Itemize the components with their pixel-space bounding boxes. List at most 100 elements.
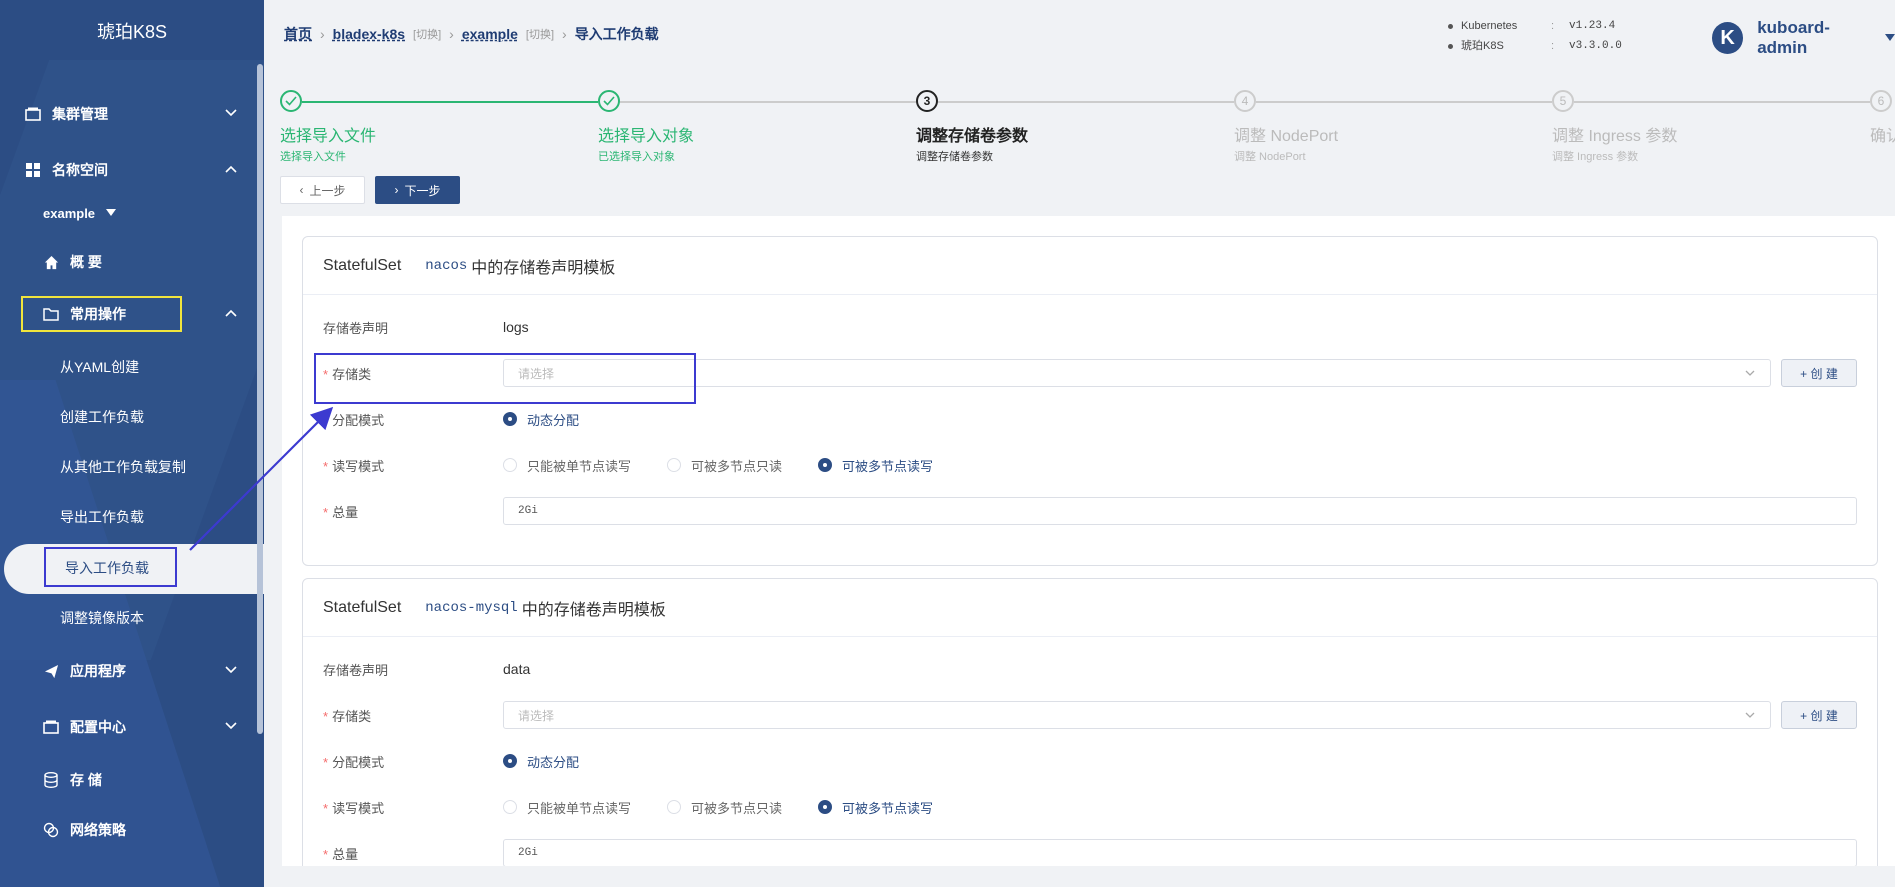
breadcrumb: 首页 › bladex-k8s [切换] › example [切换] › 导入…	[284, 24, 659, 44]
total-input[interactable]: 2Gi	[503, 839, 1857, 866]
pvc-row: 存储卷声明 logs	[323, 311, 1873, 343]
chevron-up-icon	[224, 162, 238, 179]
radio-rox[interactable]: 可被多节点只读	[667, 798, 782, 817]
breadcrumb-home[interactable]: 首页	[284, 24, 312, 44]
sidebar-subitem-adjust-image[interactable]: 调整镜像版本	[60, 608, 144, 628]
radio-rwx[interactable]: 可被多节点读写	[818, 456, 933, 475]
pvc-template-card: StatefulSet nacos-mysql 中的存储卷声明模板 存储卷声明 …	[302, 578, 1878, 866]
breadcrumb-namespace[interactable]: example	[462, 26, 518, 42]
step-title: 调整 NodePort	[1234, 128, 1339, 145]
step-title: 选择导入文件	[280, 128, 377, 145]
next-step-button[interactable]: › 下一步	[375, 176, 460, 204]
sidebar-item-overview[interactable]: 概 要	[0, 242, 264, 282]
card-title-suffix: 中的存储卷声明模板	[471, 259, 616, 277]
caret-down-icon	[105, 206, 117, 221]
workload-name: nacos-mysql	[425, 599, 518, 616]
sidebar-item-cluster[interactable]: 集群管理	[0, 94, 264, 134]
step-desc: 调整 Ingress 参数	[1552, 151, 1639, 163]
bullet-icon	[1448, 43, 1453, 49]
sidebar: 琥珀K8S 集群管理 名称空间 example 概 要 常用操作 从YAML创建…	[0, 0, 264, 887]
version-row: Kubernetes: v1.23.4	[1448, 16, 1622, 36]
field-label: 读写模式	[332, 458, 385, 474]
pvc-row: 存储卷声明 data	[323, 653, 1873, 685]
step-connector	[302, 101, 598, 103]
storage-class-select[interactable]: 请选择	[503, 701, 1771, 729]
user-name[interactable]: kuboard-admin	[1757, 18, 1877, 58]
sidebar-item-label: 存 储	[70, 772, 102, 788]
field-label: 总量	[332, 504, 359, 520]
radio-dynamic[interactable]: 动态分配	[503, 410, 579, 429]
chevron-down-icon	[224, 663, 238, 680]
total-input[interactable]: 2Gi	[503, 497, 1857, 525]
switch-cluster-link[interactable]: [切换]	[413, 26, 441, 42]
version-name: 琥珀K8S	[1461, 40, 1504, 52]
network-icon	[42, 821, 60, 839]
sidebar-item-label: 网络策略	[70, 822, 126, 838]
sidebar-item-network-policy[interactable]: 网络策略	[0, 810, 264, 850]
sidebar-subitem-create-workload[interactable]: 创建工作负载	[60, 407, 144, 427]
chevron-right-icon: ›	[394, 183, 399, 197]
step-number: 6	[1870, 90, 1892, 112]
bullet-icon	[1448, 23, 1453, 29]
radio-rwo[interactable]: 只能被单节点读写	[503, 456, 631, 475]
step-desc: 选择导入文件	[280, 151, 346, 163]
breadcrumb-current: 导入工作负载	[574, 26, 659, 42]
step-connector	[620, 101, 916, 103]
version-info: Kubernetes: v1.23.4 琥珀K8S: v3.3.0.0	[1448, 16, 1622, 56]
rw-mode-row: * 读写模式 只能被单节点读写 可被多节点只读 可被多节点读写	[323, 449, 1873, 481]
step-title: 调整存储卷参数	[916, 128, 1029, 145]
sidebar-item-label: 概 要	[70, 254, 102, 270]
pvc-name-value: data	[503, 661, 531, 677]
main-panel: StatefulSet nacos 中的存储卷声明模板 存储卷声明 logs *…	[282, 216, 1895, 866]
select-placeholder: 请选择	[518, 708, 555, 723]
sidebar-item-config-center[interactable]: 配置中心	[0, 707, 264, 747]
alloc-mode-row: * 分配模式 动态分配	[323, 745, 1873, 777]
avatar[interactable]: K	[1712, 22, 1744, 54]
cluster-icon	[24, 105, 42, 123]
sidebar-subitem-copy-workload[interactable]: 从其他工作负载复制	[60, 457, 186, 477]
sidebar-item-storage[interactable]: 存 储	[0, 760, 264, 800]
step-number: 4	[1234, 90, 1256, 112]
namespace-selector[interactable]: example	[43, 206, 117, 221]
chevron-up-icon	[224, 306, 238, 323]
highlight-box-yellow	[21, 296, 182, 332]
radio-rwo[interactable]: 只能被单节点读写	[503, 798, 631, 817]
sidebar-scrollbar[interactable]	[257, 64, 263, 734]
sidebar-item-applications[interactable]: 应用程序	[0, 651, 264, 691]
version-row: 琥珀K8S: v3.3.0.0	[1448, 36, 1622, 56]
radio-dynamic[interactable]: 动态分配	[503, 752, 579, 771]
radio-rwx[interactable]: 可被多节点读写	[818, 798, 933, 817]
create-storage-class-button[interactable]: + 创 建	[1781, 359, 1857, 387]
database-icon	[42, 771, 60, 789]
alloc-mode-row: * 分配模式 动态分配	[323, 403, 1873, 435]
pvc-name-value: logs	[503, 319, 529, 335]
sidebar-subitem-export-workload[interactable]: 导出工作负载	[60, 507, 144, 527]
prev-step-button[interactable]: ‹ 上一步	[280, 176, 365, 204]
create-storage-class-button[interactable]: + 创 建	[1781, 701, 1857, 729]
namespace-selected: example	[43, 206, 96, 221]
user-menu[interactable]: K kuboard-admin	[1712, 18, 1895, 58]
card-header: StatefulSet nacos-mysql 中的存储卷声明模板	[303, 579, 1877, 637]
send-icon	[42, 662, 60, 680]
workload-name: nacos	[425, 257, 468, 274]
chevron-right-icon: ›	[449, 26, 454, 42]
check-icon	[280, 90, 302, 112]
switch-namespace-link[interactable]: [切换]	[526, 26, 554, 42]
import-steps: 选择导入文件 选择导入文件 选择导入对象 已选择导入对象 3 调整存储卷参数 调…	[280, 90, 1895, 180]
radio-rox[interactable]: 可被多节点只读	[667, 456, 782, 475]
field-label: 存储类	[332, 708, 372, 724]
sidebar-item-namespace[interactable]: 名称空间	[0, 150, 264, 190]
workload-kind: StatefulSet	[323, 598, 402, 616]
sidebar-item-label: 应用程序	[70, 663, 126, 679]
box-icon	[42, 718, 60, 736]
breadcrumb-cluster[interactable]: bladex-k8s	[333, 26, 405, 42]
step-title: 选择导入对象	[598, 128, 695, 145]
step-number: 5	[1552, 90, 1574, 112]
field-label: 总量	[332, 846, 359, 862]
field-label: 存储卷声明	[323, 320, 389, 336]
version-value: v1.23.4	[1569, 20, 1616, 32]
app-logo[interactable]: 琥珀K8S	[0, 18, 264, 44]
card-title-suffix: 中的存储卷声明模板	[521, 601, 666, 619]
workload-kind: StatefulSet	[323, 256, 402, 274]
sidebar-subitem-yaml-create[interactable]: 从YAML创建	[60, 357, 139, 377]
